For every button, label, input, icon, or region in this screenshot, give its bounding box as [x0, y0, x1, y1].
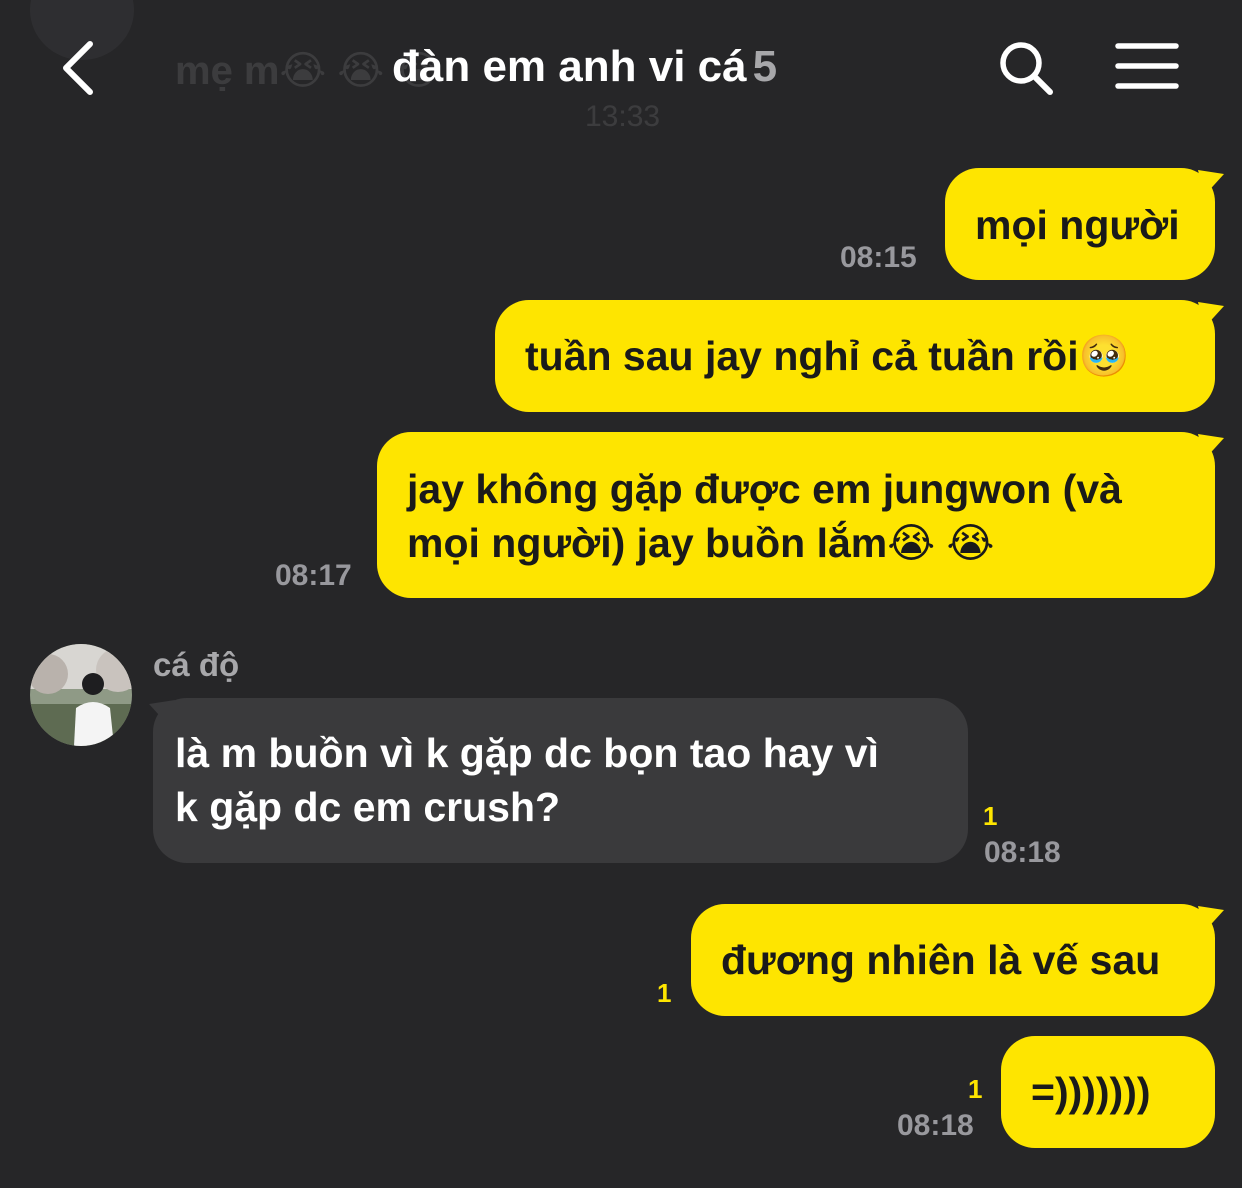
unread-count: 1 [983, 801, 998, 831]
chevron-left-icon[interactable] [52, 36, 112, 100]
member-count: 5 [752, 42, 778, 91]
my-message-bubble[interactable]: =))))))) [1001, 1036, 1215, 1148]
hamburger-menu-icon[interactable] [1114, 40, 1180, 92]
bubble-tail [1198, 906, 1224, 932]
message-time: 08:18 [984, 836, 1061, 869]
chat-title-text: đàn em anh vi cá [392, 42, 747, 91]
message-text-line: mọi người) jay buồn lắm😭 😭 [407, 520, 995, 566]
my-message-bubble[interactable]: jay không gặp được em jungwon (và mọi ng… [377, 432, 1215, 598]
my-message-bubble[interactable]: đương nhiên là vế sau [691, 904, 1215, 1016]
unread-count: 1 [968, 1074, 983, 1104]
chat-title: đàn em anh vi cá 5 [392, 42, 777, 92]
message-text: tuần sau jay nghỉ cả tuần rồi🥹 [525, 333, 1130, 379]
bubble-tail [1198, 170, 1224, 196]
message-time: 08:18 [897, 1109, 974, 1142]
my-message-bubble[interactable]: tuần sau jay nghỉ cả tuần rồi🥹 [495, 300, 1215, 412]
message-time: 08:15 [840, 241, 917, 274]
message-time: 08:17 [275, 559, 352, 592]
bubble-tail [149, 700, 175, 726]
sender-avatar[interactable] [30, 644, 132, 746]
message-text: đương nhiên là vế sau [721, 937, 1161, 983]
unread-count: 1 [657, 978, 672, 1008]
bubble-tail [1198, 302, 1224, 328]
message-text-line: là m buồn vì k gặp dc bọn tao hay vì [175, 730, 879, 776]
other-message-bubble[interactable]: là m buồn vì k gặp dc bọn tao hay vì k g… [153, 698, 968, 863]
sender-name: cá độ [153, 646, 240, 683]
bubble-tail [1198, 434, 1224, 460]
message-text: mọi người [975, 202, 1180, 248]
search-icon[interactable] [996, 38, 1056, 98]
message-text-line: k gặp dc em crush? [175, 784, 561, 830]
my-message-bubble[interactable]: mọi người [945, 168, 1215, 280]
message-text: =))))))) [1031, 1069, 1151, 1115]
ghost-message-time: 13:33 [585, 100, 661, 133]
message-text-line: jay không gặp được em jungwon (và [407, 466, 1122, 512]
